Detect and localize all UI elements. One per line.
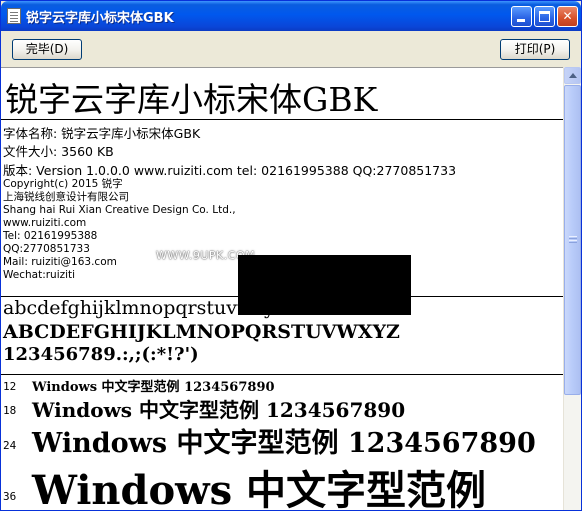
digits-sample: 123456789.:,;(:*!?') <box>3 344 199 365</box>
window-title: 锐字云字库小标宋体GBK <box>26 11 174 26</box>
font-name-line: 字体名称: 锐字云字库小标宋体GBK <box>3 126 201 141</box>
size-sample-text: Windows 中文字型范例 1234567890 <box>32 428 536 459</box>
size-sample-text: Windows 中文字型范例 1234567890 <box>32 380 275 395</box>
font-preview-pane[interactable]: 锐字云字库小标宋体GBK 字体名称: 锐字云字库小标宋体GBK 文件大小: 35… <box>1 67 563 511</box>
size-label: 18 <box>3 404 17 417</box>
font-name-heading: 锐字云字库小标宋体GBK <box>5 80 378 119</box>
file-size-line: 文件大小: 3560 KB <box>3 144 114 159</box>
size-label: 12 <box>3 380 17 393</box>
copyright-line: Copyright(c) 2015 锐字 <box>3 178 123 190</box>
version-line: 版本: Version 1.0.0.0 www.ruiziti.com tel:… <box>3 163 457 178</box>
toolbar: 完毕(D) 打印(P) <box>1 31 581 67</box>
copyright-line: QQ:2770851733 <box>3 243 90 255</box>
title-bar[interactable]: 锐字云字库小标宋体GBK ✕ <box>1 1 581 31</box>
size-label: 36 <box>3 490 17 503</box>
minimize-button[interactable] <box>511 6 532 27</box>
maximize-icon <box>539 11 550 22</box>
copyright-line: Mail: ruiziti@163.com <box>3 256 117 268</box>
done-button[interactable]: 完毕(D) <box>12 39 82 60</box>
size-sample-text: Windows 中文字型范例 <box>32 467 487 511</box>
copyright-line: Wechat:ruiziti <box>3 269 76 281</box>
redaction-box <box>238 255 411 315</box>
print-button[interactable]: 打印(P) <box>500 39 570 60</box>
divider <box>1 374 563 375</box>
uppercase-sample: ABCDEFGHIJKLMNOPQRSTUVWXYZ <box>3 321 400 343</box>
close-button[interactable]: ✕ <box>557 6 578 27</box>
grip-icon <box>569 236 577 237</box>
close-icon: ✕ <box>562 9 573 23</box>
scroll-up-arrow-icon[interactable] <box>564 67 581 84</box>
vertical-scrollbar[interactable] <box>563 67 581 510</box>
document-icon <box>7 8 21 24</box>
size-label: 24 <box>3 439 17 452</box>
scrollbar-thumb[interactable] <box>564 85 581 395</box>
copyright-line: 上海锐线创意设计有限公司 <box>3 191 129 203</box>
divider <box>1 119 563 120</box>
copyright-line: Shang hai Rui Xian Creative Design Co. L… <box>3 204 236 216</box>
maximize-button[interactable] <box>534 6 555 27</box>
copyright-line: Tel: 02161995388 <box>3 230 98 242</box>
minimize-icon <box>517 19 525 22</box>
size-sample-text: Windows 中文字型范例 1234567890 <box>32 398 406 422</box>
copyright-line: www.ruiziti.com <box>3 217 87 229</box>
font-viewer-window: 锐字云字库小标宋体GBK ✕ 完毕(D) 打印(P) 锐字云字库小标宋体GBK … <box>0 0 582 511</box>
